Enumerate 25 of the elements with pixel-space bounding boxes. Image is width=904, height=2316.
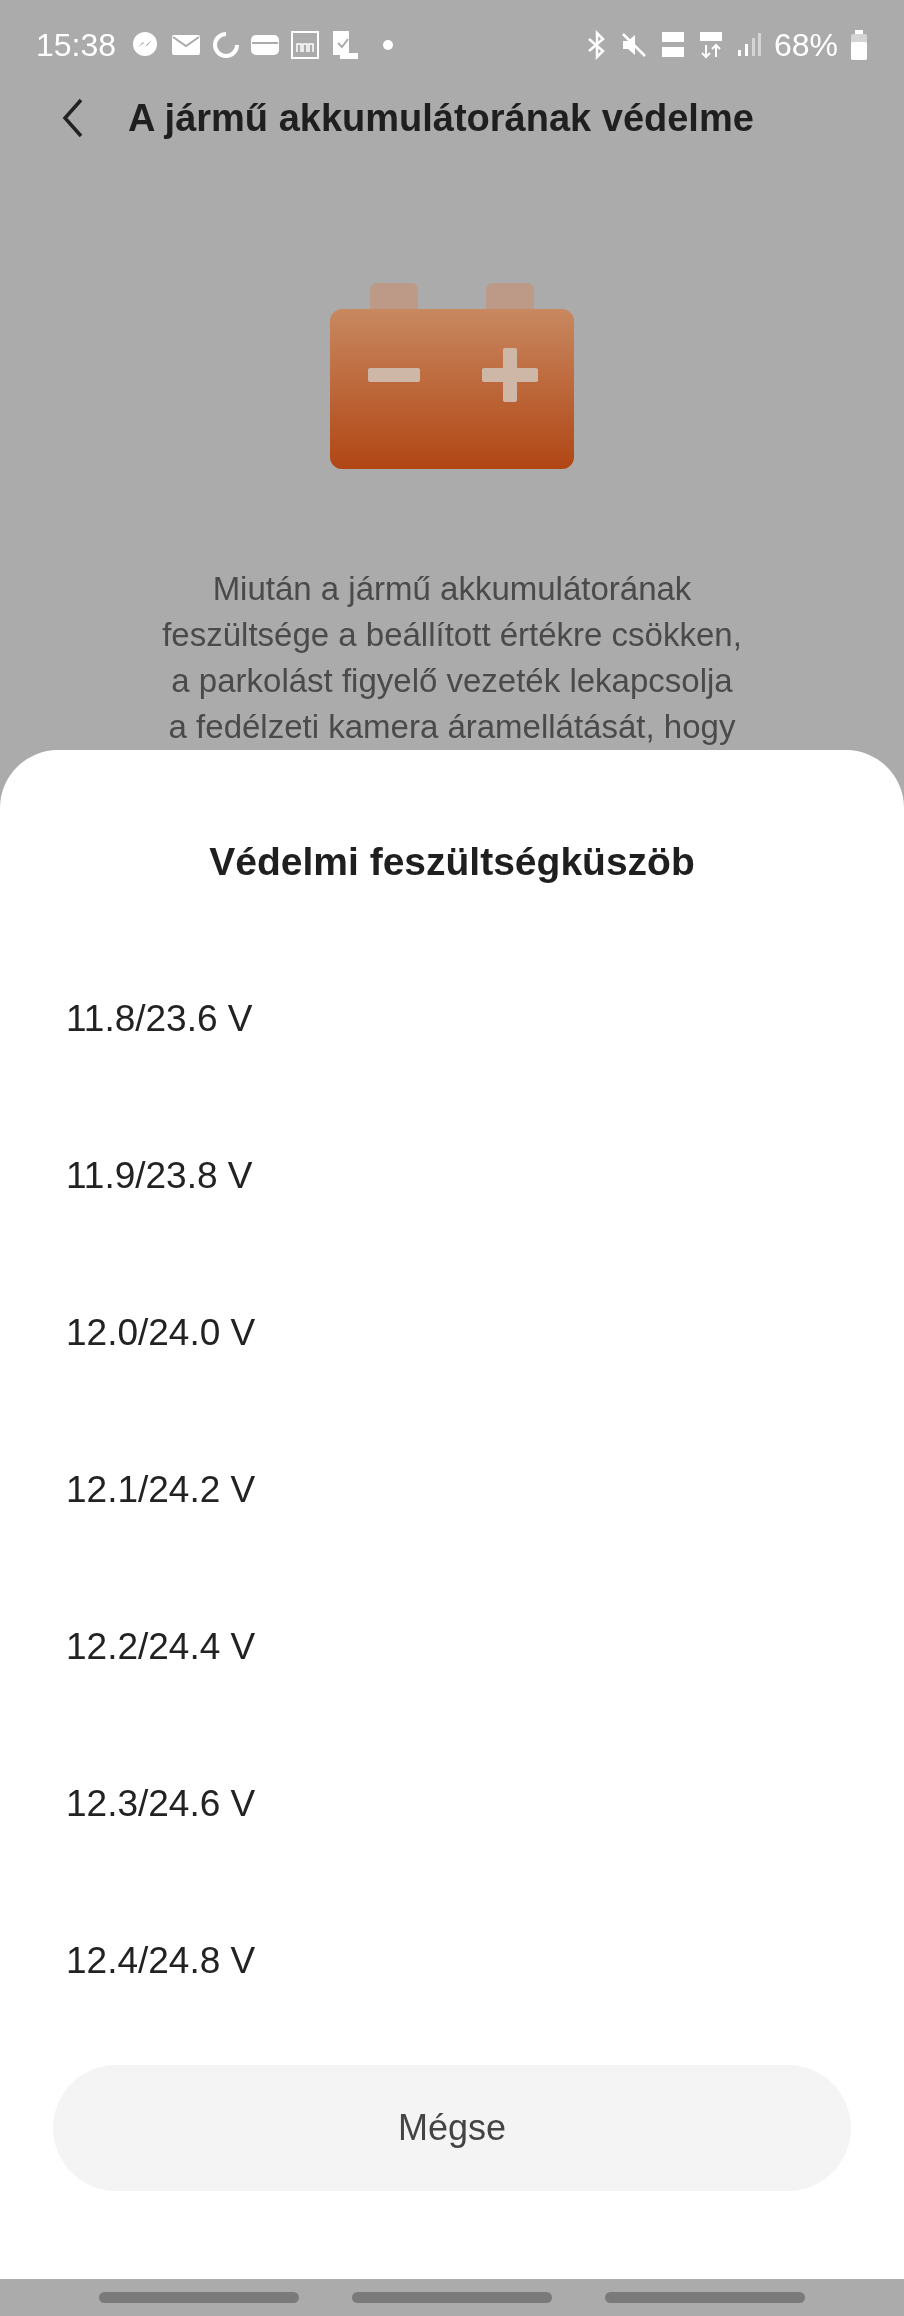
receipt-icon (330, 28, 361, 61)
voltage-option[interactable]: 12.1/24.2 V (0, 1411, 904, 1568)
voltage-option[interactable]: 12.0/24.0 V (0, 1254, 904, 1411)
dot-icon (382, 38, 395, 51)
signal-icon (735, 31, 762, 58)
battery-icon (850, 29, 868, 60)
mute-icon (619, 30, 648, 59)
page-title: A jármű akkumulátorának védelme (128, 95, 754, 141)
nav-handle[interactable] (352, 2292, 552, 2303)
sync-icon (212, 30, 241, 59)
sheet-title: Védelmi feszültségküszöb (209, 839, 695, 885)
description-text: Miután a jármű akkumulátorának feszültsége a beállított értékre csökken, a parkolást figyelő vezeték lekapcsolja a fedélzeti kamera áramellátását, hogy (161, 569, 743, 747)
wallet-icon (250, 32, 281, 57)
car-battery-icon (330, 283, 574, 469)
voltage-option[interactable]: 12.2/24.4 V (0, 1568, 904, 1725)
voltage-option[interactable]: 12.3/24.6 V (0, 1725, 904, 1882)
building-icon (290, 29, 321, 60)
voltage-option[interactable]: 12.4/24.8 V (0, 1882, 904, 2039)
cancel-button[interactable]: Mégse (53, 2065, 851, 2191)
nav-handle[interactable] (605, 2292, 805, 2303)
voltage-option[interactable]: 11.9/23.8 V (0, 1097, 904, 1254)
nav-handle[interactable] (99, 2292, 299, 2303)
battery-percent: 68% (773, 25, 838, 65)
voltage-option[interactable]: 11.8/23.6 V (0, 940, 904, 1097)
status-time: 15:38 (36, 25, 117, 65)
